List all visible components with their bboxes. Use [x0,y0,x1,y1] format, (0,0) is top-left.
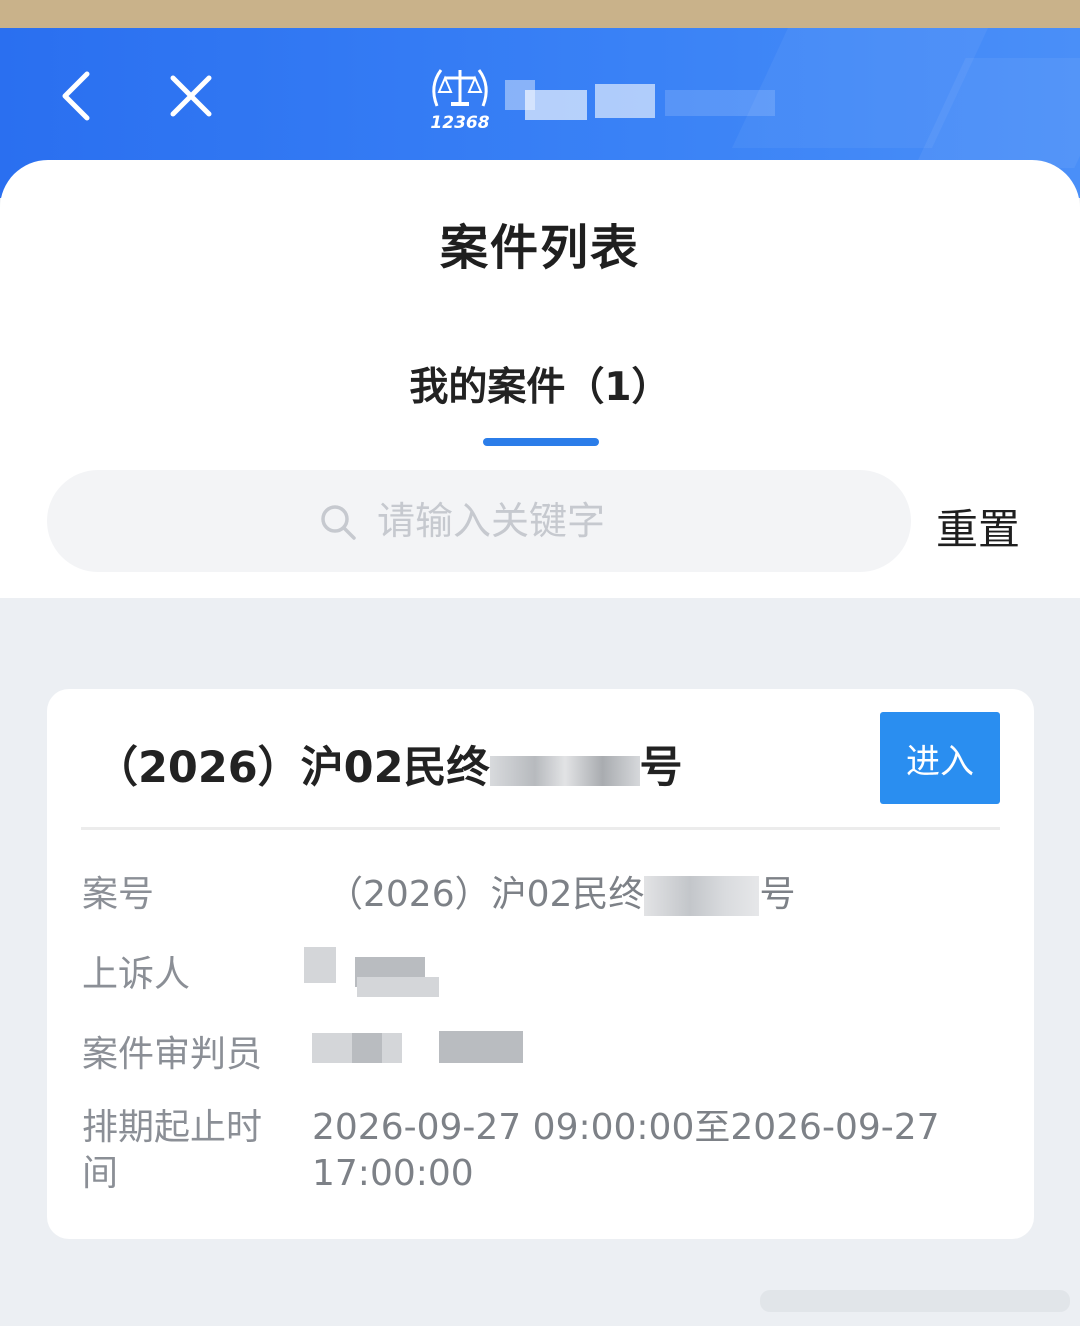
judge-label: 案件审判员 [82,1034,263,1075]
header-title-blurred [505,70,775,120]
case-card: （2026）沪02民终号 进入 案号 （2026）沪02民终号 上诉人 案件审判… [47,689,1034,1239]
status-bar-strip [0,0,1080,28]
case-no-value: （2026）沪02民终 号 [327,865,795,917]
case-no-suffix: 号 [759,874,796,915]
close-icon [170,75,212,117]
court-logo: 12368 [425,60,495,133]
schedule-label-line2: 间 [82,1153,119,1194]
watermark-blurred [760,1290,1070,1312]
case-no-blurred [644,876,760,916]
schedule-value-line2: 17:00:00 [312,1153,474,1194]
reset-button[interactable]: 重置 [936,496,1020,557]
appellant-label: 上诉人 [82,954,191,995]
page-title: 案件列表 [439,220,640,276]
back-button[interactable] [55,68,103,124]
schedule-value: 2026-09-27 09:00:00至2026-09-27 17:00:00 [312,1105,940,1197]
logo-text: 12368 [430,113,489,132]
search-bar[interactable] [47,470,911,572]
schedule-value-line1: 2026-09-27 09:00:00至2026-09-27 [312,1107,940,1148]
case-title[interactable]: （2026）沪02民终 号 [95,733,683,795]
case-title-suffix: 号 [639,743,683,793]
active-tab-indicator [483,438,599,446]
tab-my-cases[interactable]: 我的案件（1） [0,356,1080,412]
schedule-label: 排期起止时 间 [82,1105,262,1197]
enter-button[interactable]: 进入 [880,712,1000,804]
scales-of-justice-icon: 12368 [430,69,490,133]
main-panel: 案件列表 我的案件（1） 重置 [0,160,1080,598]
search-icon [321,505,356,540]
chevron-left-icon [62,71,90,121]
schedule-label-line1: 排期起止时 [82,1107,263,1148]
case-no-label: 案号 [82,874,155,915]
case-title-prefix: （2026）沪02民终 [95,743,490,793]
card-divider [81,827,1000,830]
case-no-prefix: （2026）沪02民终 [327,874,645,915]
search-input[interactable] [377,492,877,550]
case-number-blurred [489,755,640,786]
close-button[interactable] [165,68,217,124]
